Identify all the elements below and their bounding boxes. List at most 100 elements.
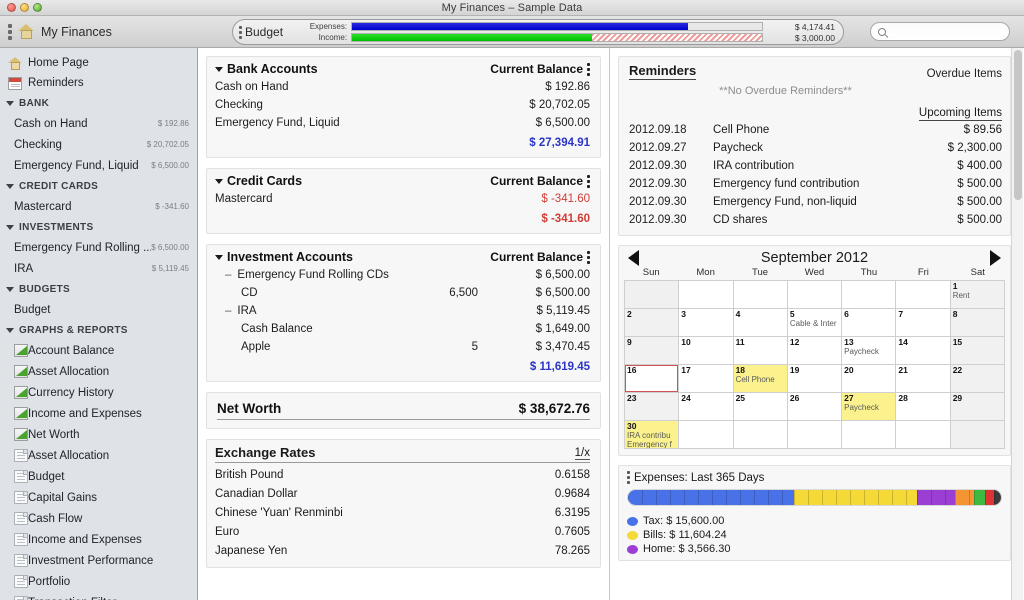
calendar-day-cell[interactable]: 29 — [950, 393, 1005, 421]
table-row[interactable]: – IRA $ 5,119.45 — [215, 302, 590, 320]
sidebar-group-credit-cards[interactable]: CREDIT CARDS — [0, 176, 197, 196]
sidebar-item-transaction-filter[interactable]: Transaction Filter — [0, 592, 197, 600]
calendar-day-cell[interactable] — [842, 281, 897, 309]
calendar-day-cell[interactable] — [625, 281, 680, 309]
previous-month-icon[interactable] — [628, 250, 639, 266]
sidebar-item-home-page[interactable]: Home Page — [0, 53, 197, 73]
table-row[interactable]: – Emergency Fund Rolling CDs $ 6,500.00 — [215, 266, 590, 284]
sidebar-group-budgets[interactable]: BUDGETS — [0, 279, 197, 299]
toolbar-home[interactable]: My Finances — [0, 23, 198, 40]
credit-cards-title[interactable]: Credit Cards — [215, 174, 302, 188]
calendar-day-cell[interactable] — [733, 281, 788, 309]
calendar-day-cell[interactable]: 26 — [787, 393, 843, 421]
calendar-day-cell[interactable]: 28 — [896, 393, 951, 421]
table-row[interactable]: Checking $ 20,702.05 — [215, 96, 590, 114]
sidebar-item-income-and-expenses[interactable]: Income and Expenses — [0, 403, 197, 424]
sidebar-item-asset-allocation[interactable]: Asset Allocation — [0, 361, 197, 382]
sidebar-group-investments[interactable]: INVESTMENTS — [0, 217, 197, 237]
sort-icon[interactable] — [587, 62, 590, 76]
sidebar-item-currency-history[interactable]: Currency History — [0, 382, 197, 403]
calendar-day-cell[interactable]: 15 — [950, 337, 1005, 365]
calendar-day-cell[interactable]: 3 — [679, 309, 734, 337]
sidebar-item-reminders[interactable]: Reminders — [0, 73, 197, 93]
sidebar-item-capital-gains[interactable]: Capital Gains — [0, 487, 197, 508]
calendar-day-cell[interactable]: 19 — [787, 365, 843, 393]
exchange-rates-column[interactable]: 1/x — [574, 447, 590, 460]
sidebar-item-checking[interactable]: Checking $ 20,702.05 — [0, 134, 197, 155]
vertical-scrollbar[interactable] — [1011, 48, 1023, 600]
calendar-day-cell[interactable]: 17 — [679, 365, 734, 393]
calendar-event[interactable]: Paycheck — [844, 347, 893, 356]
calendar-day-cell[interactable] — [842, 421, 897, 449]
calendar-day-cell[interactable] — [896, 281, 951, 309]
expenses-segment[interactable] — [974, 490, 986, 505]
list-item[interactable]: 2012.09.30 CD shares $ 500.00 — [629, 211, 1002, 229]
sidebar-group-graphs-reports[interactable]: GRAPHS & REPORTS — [0, 320, 197, 340]
calendar-event[interactable]: Rent — [953, 291, 1002, 300]
list-item[interactable]: 2012.09.30 Emergency Fund, non-liquid $ … — [629, 193, 1002, 211]
disclosure-triangle-icon[interactable] — [6, 183, 14, 189]
calendar-day-cell[interactable]: 12 — [787, 337, 843, 365]
calendar-event[interactable]: Cell Phone — [736, 375, 785, 384]
sidebar-item-portfolio[interactable]: Portfolio — [0, 571, 197, 592]
disclosure-triangle-icon[interactable] — [215, 178, 223, 184]
table-row[interactable]: Chinese 'Yuan' Renminbi 6.3195 — [215, 503, 590, 522]
calendar-day-cell[interactable]: 25 — [733, 393, 788, 421]
sidebar-item-account-balance[interactable]: Account Balance — [0, 340, 197, 361]
calendar-day-cell[interactable]: 1 Rent — [950, 281, 1005, 309]
sidebar-item-ira[interactable]: IRA $ 5,119.45 — [0, 258, 197, 279]
calendar-day-cell[interactable]: 11 — [733, 337, 788, 365]
sidebar-item-budget[interactable]: Budget — [0, 299, 197, 320]
expenses-segment[interactable] — [917, 490, 956, 505]
calendar-day-cell[interactable]: 30 IRA contribu Emergency f — [625, 421, 680, 449]
calendar-event[interactable]: Cable & Inter — [790, 319, 839, 328]
calendar-day-cell[interactable] — [787, 421, 843, 449]
table-row[interactable]: CD 6,500 $ 6,500.00 — [215, 284, 590, 302]
table-row[interactable]: British Pound 0.6158 — [215, 465, 590, 484]
table-row[interactable]: Cash on Hand $ 192.86 — [215, 78, 590, 96]
table-row[interactable]: Euro 0.7605 — [215, 522, 590, 541]
credit-cards-column-header[interactable]: Current Balance — [490, 174, 590, 188]
calendar-day-cell[interactable]: 20 — [842, 365, 897, 393]
calendar-day-cell[interactable]: 5 Cable & Inter — [787, 309, 843, 337]
calendar-day-cell[interactable]: 23 — [625, 393, 680, 421]
calendar-event[interactable]: Paycheck — [844, 403, 893, 412]
sidebar-item-emergency-fund-liquid[interactable]: Emergency Fund, Liquid $ 6,500.00 — [0, 155, 197, 176]
scrollbar-thumb[interactable] — [1014, 50, 1022, 200]
list-item[interactable]: 2012.09.27 Paycheck $ 2,300.00 — [629, 139, 1002, 157]
expenses-segment[interactable] — [628, 490, 794, 505]
calendar-day-cell[interactable]: 27 Paycheck — [842, 393, 897, 421]
sidebar-item-emergency-fund-rolling-[interactable]: Emergency Fund Rolling ... $ 6,500.00 — [0, 237, 197, 258]
list-item[interactable]: 2012.09.30 Emergency fund contribution $… — [629, 175, 1002, 193]
collapse-dash-icon[interactable]: – — [225, 305, 231, 317]
calendar-day-cell[interactable] — [679, 281, 734, 309]
sidebar-item-net-worth[interactable]: Net Worth — [0, 424, 197, 445]
sort-icon[interactable] — [587, 174, 590, 188]
expenses-segment[interactable] — [994, 490, 1001, 505]
list-item[interactable]: 2012.09.18 Cell Phone $ 89.56 — [629, 121, 1002, 139]
table-row[interactable]: Canadian Dollar 0.9684 — [215, 484, 590, 503]
expenses-segment[interactable] — [985, 490, 995, 505]
table-row[interactable]: Japanese Yen 78.265 — [215, 541, 590, 560]
calendar-day-cell[interactable]: 16 — [625, 365, 680, 393]
calendar-day-cell[interactable] — [733, 421, 788, 449]
calendar-day-cell[interactable]: 22 — [950, 365, 1005, 393]
table-row[interactable]: Emergency Fund, Liquid $ 6,500.00 — [215, 114, 590, 132]
table-row[interactable]: Cash Balance $ 1,649.00 — [215, 320, 590, 338]
search-box[interactable] — [870, 22, 1010, 41]
disclosure-triangle-icon[interactable] — [6, 286, 14, 292]
disclosure-triangle-icon[interactable] — [215, 254, 223, 260]
sidebar-item-income-and-expenses[interactable]: Income and Expenses — [0, 529, 197, 550]
calendar-day-cell[interactable]: 8 — [950, 309, 1005, 337]
list-item[interactable]: 2012.09.30 IRA contribution $ 400.00 — [629, 157, 1002, 175]
calendar-day-cell[interactable] — [679, 421, 734, 449]
calendar-event[interactable]: IRA contribu — [627, 431, 676, 440]
disclosure-triangle-icon[interactable] — [215, 66, 223, 72]
sidebar-item-cash-flow[interactable]: Cash Flow — [0, 508, 197, 529]
table-row[interactable]: Apple 5 $ 3,470.45 — [215, 338, 590, 356]
disclosure-triangle-icon[interactable] — [6, 100, 14, 106]
calendar-day-cell[interactable] — [950, 421, 1005, 449]
calendar-day-cell[interactable]: 4 — [733, 309, 788, 337]
calendar-event[interactable]: Emergency f — [627, 440, 676, 448]
calendar-day-cell[interactable] — [787, 281, 843, 309]
